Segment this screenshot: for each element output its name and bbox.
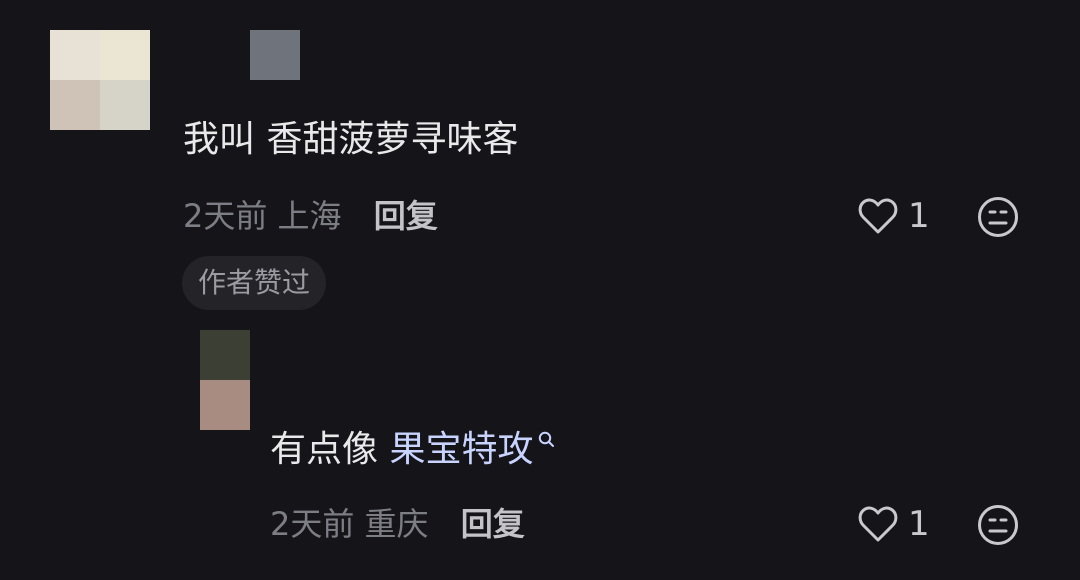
reply-meta: 2天前 重庆 回复 (270, 504, 525, 544)
smiley-face-icon[interactable] (977, 504, 1019, 546)
commenter-username-placeholder[interactable] (250, 30, 300, 80)
heart-outline-icon (858, 505, 898, 543)
reply-like-count: 1 (908, 504, 930, 544)
reply-search-link[interactable]: 果宝特攻 (389, 429, 533, 470)
smiley-face-icon[interactable] (977, 196, 1019, 238)
comment-time: 2天前 (183, 197, 268, 235)
reply-reply-button[interactable]: 回复 (461, 505, 525, 543)
comment-text: 我叫 香甜菠萝寻味客 (183, 119, 519, 160)
reply-text: 有点像 果宝特攻 (270, 428, 557, 472)
author-liked-badge: 作者赞过 (182, 256, 327, 310)
reply-time: 2天前 (270, 505, 355, 543)
comment-reply-button[interactable]: 回复 (374, 197, 438, 235)
replier-avatar[interactable] (200, 330, 250, 430)
comment-meta: 2天前 上海 回复 (183, 196, 438, 236)
search-small-icon[interactable] (537, 430, 557, 450)
commenter-avatar[interactable] (50, 30, 150, 130)
reply-like-button[interactable]: 1 (858, 504, 930, 544)
reply-location: 重庆 (364, 505, 429, 543)
comment-like-button[interactable]: 1 (858, 196, 930, 236)
comment-location: 上海 (277, 197, 342, 235)
comment-like-count: 1 (908, 196, 930, 236)
reply-text-prefix: 有点像 (270, 429, 390, 470)
heart-outline-icon (858, 197, 898, 235)
